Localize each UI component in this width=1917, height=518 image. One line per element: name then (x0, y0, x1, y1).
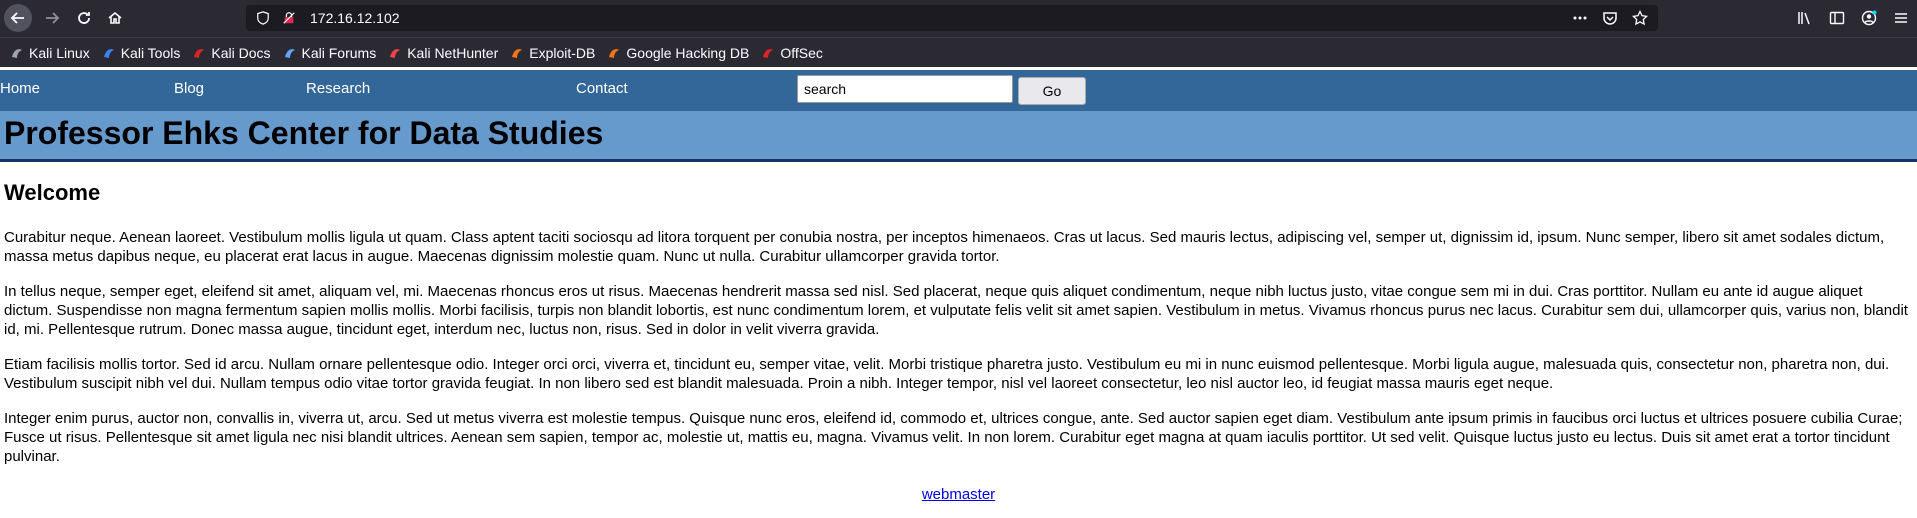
forward-button[interactable] (38, 4, 66, 32)
bookmark-label: Google Hacking DB (626, 44, 750, 61)
bookmark-label: OffSec (780, 44, 823, 61)
paragraph: Integer enim purus, auctor non, convalli… (4, 410, 1903, 465)
bookmark-label: Kali NetHunter (407, 44, 499, 61)
site-title: Professor Ehks Center for Data Studies (4, 115, 604, 151)
ghdb-icon (607, 46, 621, 60)
home-icon (108, 11, 122, 24)
bookmark-label: Kali Tools (120, 44, 181, 61)
kali-dragon-icon (10, 46, 24, 60)
bookmark-label: Kali Docs (211, 44, 271, 61)
paragraph: Etiam facilisis mollis tortor. Sed id ar… (4, 356, 1890, 392)
bookmark-item[interactable]: OffSec (761, 45, 823, 61)
search-input[interactable] (797, 75, 1013, 103)
bookmark-item[interactable]: Kali Tools (102, 44, 181, 61)
bookmark-item[interactable]: Kali NetHunter (388, 45, 498, 61)
paragraph: Curabitur neque. Aenean laoreet. Vestibu… (4, 229, 1885, 265)
nav-research-link[interactable]: Research (306, 80, 370, 97)
bookmark-item[interactable]: Exploit-DB (510, 45, 595, 61)
reload-button[interactable] (70, 4, 98, 32)
bookmark-label: Kali Forums (301, 44, 377, 61)
bookmark-item[interactable]: Kali Docs (192, 44, 271, 61)
bookmarks-bar: Kali Linux Kali Tools Kali Docs Kali Forums… (0, 37, 1917, 67)
back-button[interactable] (4, 4, 32, 32)
bookmark-item[interactable]: Kali Linux (10, 45, 90, 61)
kali-forums-icon (283, 46, 297, 60)
nav-blog-link[interactable]: Blog (174, 80, 204, 97)
bookmark-item[interactable]: Kali Forums (283, 44, 377, 61)
bookmark-label: Exploit-DB (529, 44, 596, 61)
footer: webmaster (4, 486, 1913, 504)
sidebar-icon[interactable] (1829, 10, 1845, 26)
offsec-icon (761, 46, 775, 60)
url-actions (1572, 10, 1648, 26)
site-header: Professor Ehks Center for Data Studies (0, 111, 1917, 162)
site-nav: Home Blog Research Contact Go (0, 70, 1917, 111)
bookmark-item[interactable]: Google Hacking DB (607, 45, 749, 61)
pocket-icon[interactable] (1602, 10, 1618, 26)
paragraph: In tellus neque, semper eget, eleifend s… (4, 283, 1908, 338)
bookmark-star-icon[interactable] (1632, 10, 1648, 26)
library-icon[interactable] (1797, 10, 1813, 26)
reload-icon (78, 12, 90, 24)
web-page: Home Blog Research Contact Go Professor … (0, 70, 1917, 504)
go-button[interactable]: Go (1018, 77, 1086, 105)
kali-docs-icon (192, 46, 206, 60)
nav-contact-link[interactable]: Contact (576, 80, 628, 97)
more-options-icon[interactable] (1572, 10, 1588, 26)
nav-home-link[interactable]: Home (0, 80, 40, 97)
nethunter-icon (388, 46, 402, 60)
main-content: Welcome Curabitur neque. Aenean laoreet.… (0, 180, 1917, 504)
account-icon[interactable] (1861, 10, 1877, 26)
browser-toolbar: 172.16.12.102 (0, 0, 1917, 37)
arrow-right-icon (46, 12, 60, 24)
arrow-left-icon (10, 12, 24, 24)
exploit-db-icon (510, 46, 524, 60)
menu-icon[interactable] (1893, 10, 1909, 26)
bookmark-label: Kali Linux (29, 44, 90, 61)
shield-icon[interactable] (256, 11, 270, 25)
toolbar-right (1797, 10, 1909, 26)
url-bar[interactable]: 172.16.12.102 (246, 5, 1658, 31)
welcome-heading: Welcome (4, 180, 101, 205)
home-button[interactable] (101, 4, 129, 32)
kali-tools-icon (102, 46, 116, 60)
insecure-lock-icon[interactable] (282, 11, 296, 25)
webmaster-link[interactable]: webmaster (922, 486, 995, 503)
url-text[interactable]: 172.16.12.102 (310, 10, 400, 26)
